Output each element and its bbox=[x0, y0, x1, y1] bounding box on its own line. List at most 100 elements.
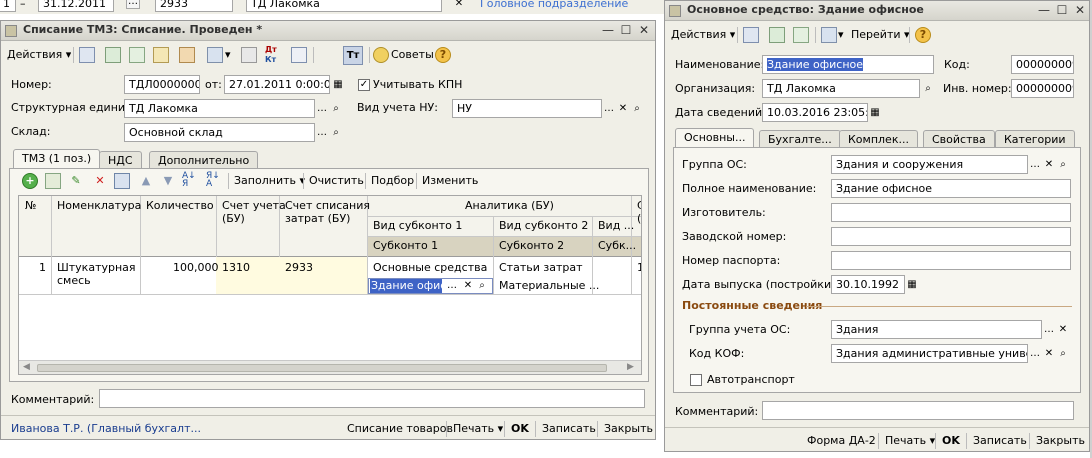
ok-button[interactable]: OK bbox=[942, 433, 960, 449]
warehouse-search-icon[interactable]: ⌕ bbox=[329, 125, 343, 140]
row-nomenclature-line2[interactable]: смесь bbox=[53, 274, 91, 288]
name-field-value[interactable]: Здание офисное bbox=[767, 58, 864, 71]
nu-search-icon[interactable]: ⌕ bbox=[630, 101, 644, 116]
maximize-icon[interactable]: ☐ bbox=[1055, 3, 1069, 17]
accounting-group-clear-icon[interactable]: ✕ bbox=[1056, 322, 1070, 337]
bg-clear-icon[interactable]: ✕ bbox=[452, 0, 466, 11]
kpn-checkbox[interactable]: ✓ bbox=[358, 79, 370, 91]
warehouse-field[interactable]: Основной склад bbox=[124, 123, 315, 142]
col-header-account-line1[interactable]: Счет учета bbox=[218, 199, 286, 213]
scroll-right-icon[interactable]: ▶ bbox=[627, 362, 634, 372]
change-button[interactable]: Изменить bbox=[422, 173, 478, 189]
struct-unit-field[interactable]: ТД Лакомка bbox=[124, 99, 315, 118]
print-menu[interactable]: Печать ▾ bbox=[453, 421, 503, 437]
refresh-icon[interactable] bbox=[769, 27, 785, 43]
row-subkonto-kind-2[interactable]: Статьи затрат bbox=[495, 261, 583, 275]
bg-select-button[interactable]: … bbox=[126, 0, 140, 9]
refresh-icon[interactable] bbox=[105, 47, 121, 63]
organization-field[interactable]: ТД Лакомка bbox=[762, 79, 920, 98]
tab-main[interactable]: Основны... bbox=[675, 128, 755, 148]
copy-icon[interactable] bbox=[793, 27, 809, 43]
row-subkonto-2[interactable]: Материальные ... bbox=[495, 279, 599, 293]
col-header-extra-top[interactable]: С bbox=[633, 199, 641, 213]
move-down-icon[interactable]: ▼ bbox=[160, 173, 176, 189]
scroll-thumb[interactable] bbox=[37, 364, 607, 372]
col-header-num[interactable]: № bbox=[21, 199, 36, 213]
col-header-write-off-line1[interactable]: Счет списания bbox=[281, 199, 370, 213]
actions-menu[interactable]: Действия ▾ bbox=[671, 27, 735, 43]
advice-button[interactable]: Советы bbox=[391, 47, 434, 63]
col-header-subkonto-kind-1[interactable]: Вид субконто 1 bbox=[369, 219, 462, 233]
struct-unit-search-icon[interactable]: ⌕ bbox=[329, 101, 343, 116]
col-header-subkonto-2[interactable]: Субконто 2 bbox=[495, 239, 564, 253]
scroll-left-icon[interactable]: ◀ bbox=[23, 362, 30, 372]
new-document-icon[interactable] bbox=[79, 47, 95, 63]
warehouse-select-button[interactable]: … bbox=[315, 125, 329, 140]
col-header-subkonto-kind-3[interactable]: Вид ... bbox=[594, 219, 634, 233]
accounting-group-select-button[interactable]: … bbox=[1042, 322, 1056, 337]
sort-desc-icon[interactable]: Я↓ А bbox=[206, 172, 222, 189]
row-write-off-account[interactable]: 2933 bbox=[281, 261, 313, 275]
kof-code-search-icon[interactable]: ⌕ bbox=[1056, 346, 1070, 361]
subkonto-1-search-icon[interactable]: ⌕ bbox=[475, 278, 489, 293]
write-off-goods-button[interactable]: Списание товаров bbox=[347, 421, 453, 437]
group-os-select-button[interactable]: … bbox=[1028, 157, 1042, 172]
subkonto-1-editor-value[interactable]: Здание офисное bbox=[370, 279, 442, 293]
tab-nds[interactable]: НДС bbox=[99, 151, 142, 169]
row-account[interactable]: 1310 bbox=[218, 261, 250, 275]
col-header-quantity[interactable]: Количество bbox=[142, 199, 214, 213]
tt-icon[interactable]: Тт bbox=[343, 46, 363, 65]
go-dropdown-icon[interactable]: ▾ bbox=[225, 47, 231, 63]
struct-unit-select-button[interactable]: … bbox=[315, 101, 329, 116]
nu-select-button[interactable]: … bbox=[602, 101, 616, 116]
table-horizontal-scrollbar[interactable]: ◀ ▶ bbox=[19, 360, 641, 374]
row-subkonto-kind-1[interactable]: Основные средства bbox=[369, 261, 487, 275]
maximize-icon[interactable]: ☐ bbox=[619, 23, 633, 37]
move-up-icon[interactable]: ▲ bbox=[138, 173, 154, 189]
nu-clear-icon[interactable]: ✕ bbox=[616, 101, 630, 116]
kof-code-field[interactable]: Здания административные универсал bbox=[831, 344, 1028, 363]
copy-icon[interactable] bbox=[129, 47, 145, 63]
tab-categories[interactable]: Категории bbox=[995, 130, 1075, 148]
edit-row-icon[interactable]: ✎ bbox=[68, 173, 84, 189]
close-button[interactable]: Закрыть bbox=[604, 421, 653, 437]
save-grid-icon[interactable] bbox=[114, 173, 130, 189]
bg-date-field[interactable]: 31.12.2011 bbox=[38, 0, 114, 12]
nu-field[interactable]: НУ bbox=[452, 99, 602, 118]
ok-button[interactable]: OK bbox=[511, 421, 529, 437]
organization-search-icon[interactable]: ⌕ bbox=[921, 81, 935, 96]
row-extra[interactable]: 1 bbox=[633, 261, 641, 275]
code-field[interactable]: 000000009 bbox=[1011, 55, 1074, 74]
sort-asc-icon[interactable]: А↓ Я bbox=[182, 172, 198, 189]
comment-field[interactable] bbox=[762, 401, 1074, 420]
copy-row-icon[interactable] bbox=[45, 173, 61, 189]
minimize-icon[interactable]: — bbox=[601, 23, 615, 37]
col-header-nomenclature[interactable]: Номенклатура bbox=[53, 199, 141, 213]
report-icon[interactable] bbox=[291, 47, 307, 63]
kof-code-clear-icon[interactable]: ✕ bbox=[1042, 346, 1056, 361]
comment-field[interactable] bbox=[99, 389, 645, 408]
inv-number-field[interactable]: 000000009 bbox=[1011, 79, 1074, 98]
vehicle-checkbox[interactable] bbox=[690, 374, 702, 386]
col-header-subkonto-kind-2[interactable]: Вид субконто 2 bbox=[495, 219, 588, 233]
go-icon[interactable] bbox=[207, 47, 223, 63]
tab-tmz[interactable]: ТМЗ (1 поз.) bbox=[13, 149, 101, 169]
save-button[interactable]: Записать bbox=[542, 421, 596, 437]
close-icon[interactable]: ✕ bbox=[637, 23, 651, 37]
kof-code-select-button[interactable]: … bbox=[1028, 346, 1042, 361]
help-icon[interactable]: ? bbox=[435, 47, 451, 63]
accounting-group-field[interactable]: Здания bbox=[831, 320, 1042, 339]
new-item-icon[interactable] bbox=[743, 27, 759, 43]
calendar-icon[interactable]: ▦ bbox=[905, 277, 919, 292]
structure-icon[interactable] bbox=[241, 47, 257, 63]
actions-menu[interactable]: Действия ▾ bbox=[7, 47, 71, 63]
unpost-icon[interactable] bbox=[179, 47, 195, 63]
close-icon[interactable]: ✕ bbox=[1073, 3, 1087, 17]
print-menu[interactable]: Печать ▾ bbox=[885, 433, 935, 449]
head-unit-link[interactable]: Головное подразделение bbox=[480, 0, 628, 12]
form-da2-button[interactable]: Форма ДА-2 bbox=[807, 433, 876, 449]
dt-kt-icon[interactable]: Дт Кт bbox=[265, 45, 277, 65]
tab-additional[interactable]: Дополнительно bbox=[149, 151, 259, 169]
subkonto-1-editor[interactable]: Здание офисное … ✕ ⌕ bbox=[368, 278, 493, 294]
fill-menu[interactable]: Заполнить ▾ bbox=[234, 173, 305, 189]
